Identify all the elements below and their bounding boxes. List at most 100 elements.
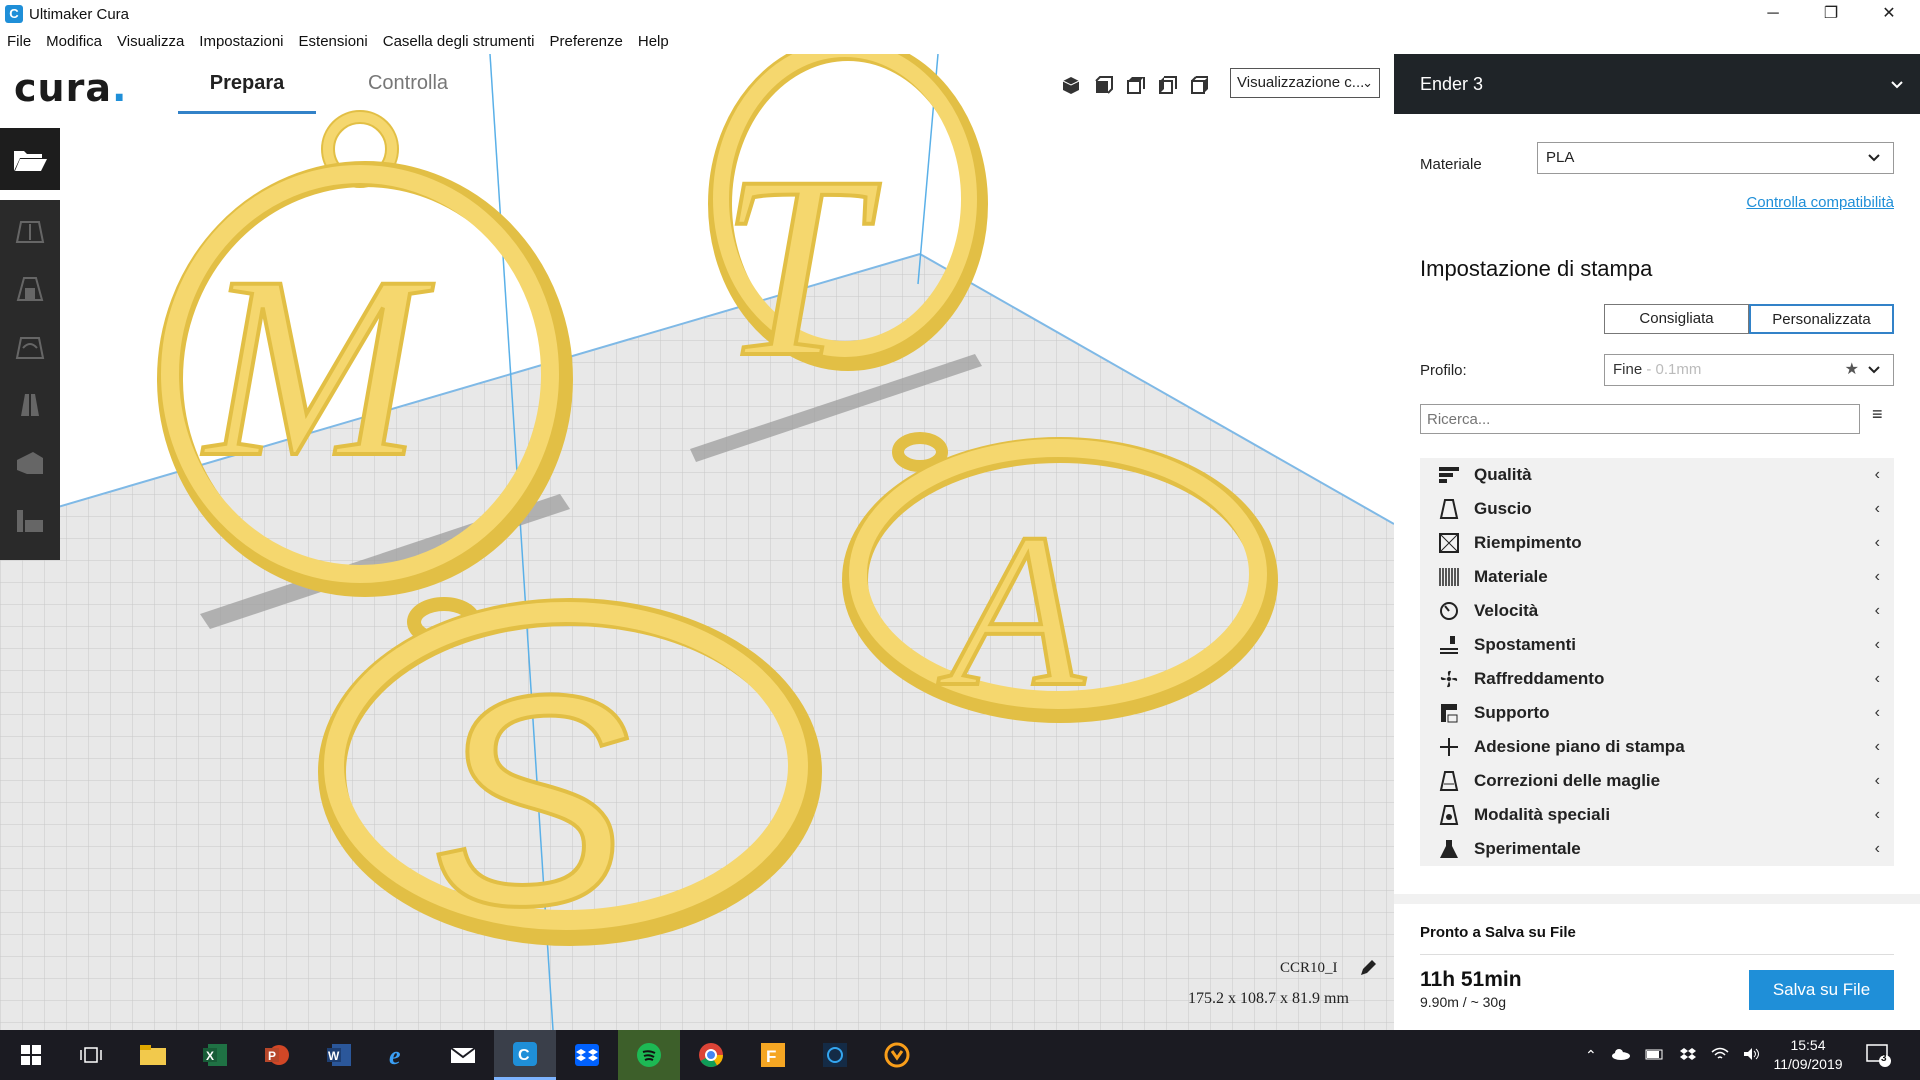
- profile-select[interactable]: Fine - 0.1mm ★: [1604, 354, 1894, 386]
- svg-text:P: P: [268, 1049, 276, 1063]
- settings-search-input[interactable]: [1420, 404, 1860, 434]
- volume-icon[interactable]: [1743, 1047, 1761, 1064]
- view-right-icon[interactable]: [1188, 74, 1210, 96]
- material-select[interactable]: PLA: [1537, 142, 1894, 174]
- menu-modifica[interactable]: Modifica: [46, 33, 102, 50]
- task-view-button[interactable]: [60, 1030, 122, 1080]
- mirror-icon[interactable]: [13, 388, 47, 422]
- 3d-viewport[interactable]: M T A S: [0, 54, 1394, 1030]
- view-type-select[interactable]: Visualizzazione c... ⌄: [1230, 68, 1380, 98]
- menu-impostazioni[interactable]: Impostazioni: [199, 33, 283, 50]
- maximize-button[interactable]: ❐: [1802, 0, 1860, 28]
- edit-pencil-icon[interactable]: [1358, 958, 1378, 983]
- print-time: 11h 51min: [1420, 968, 1522, 991]
- taskbar-excel[interactable]: X: [184, 1030, 246, 1080]
- view-3d-icon[interactable]: [1060, 74, 1082, 96]
- save-to-file-button[interactable]: Salva su File: [1749, 970, 1894, 1010]
- fusion-icon: F: [761, 1043, 785, 1067]
- taskbar-edge[interactable]: e: [370, 1030, 432, 1080]
- chevron-left-icon: ‹: [1874, 806, 1880, 823]
- clock-time: 15:54: [1790, 1037, 1826, 1053]
- notification-center-button[interactable]: 3: [1866, 1042, 1892, 1073]
- travel-icon: [1434, 634, 1464, 656]
- title-bar: C Ultimaker Cura ─ ❐ ✕: [0, 0, 1920, 28]
- svg-text:S: S: [430, 632, 630, 968]
- chevron-left-icon: ‹: [1874, 772, 1880, 789]
- battery-icon[interactable]: [1645, 1047, 1665, 1063]
- save-section: Pronto a Salva su File 11h 51min 9.90m /…: [1394, 904, 1920, 1030]
- close-button[interactable]: ✕: [1860, 0, 1918, 28]
- scale-icon[interactable]: [13, 272, 47, 306]
- chevron-up-icon[interactable]: ⌃: [1585, 1047, 1597, 1064]
- category-modalita-speciali[interactable]: Modalità speciali ‹: [1420, 798, 1894, 832]
- cura-icon: C: [513, 1041, 537, 1066]
- taskbar-overwatch[interactable]: [866, 1030, 928, 1080]
- taskbar-spotify[interactable]: [618, 1030, 680, 1080]
- category-materiale[interactable]: Materiale ‹: [1420, 560, 1894, 594]
- system-tray: ⌃: [1585, 1030, 1761, 1080]
- tab-controlla[interactable]: Controlla: [348, 72, 468, 114]
- taskbar-file-explorer[interactable]: [122, 1030, 184, 1080]
- view-left-icon[interactable]: [1156, 74, 1178, 96]
- taskbar-word[interactable]: W: [308, 1030, 370, 1080]
- notification-icon: [1866, 1044, 1891, 1067]
- move-icon[interactable]: [13, 214, 47, 248]
- camera-view-buttons: [1060, 74, 1210, 96]
- task-view-icon: [80, 1047, 102, 1063]
- clock-date: 11/09/2019: [1773, 1056, 1843, 1072]
- taskbar-mail[interactable]: [432, 1030, 494, 1080]
- menu-file[interactable]: File: [7, 33, 31, 50]
- taskbar-powerpoint[interactable]: P: [246, 1030, 308, 1080]
- per-model-settings-icon[interactable]: [13, 446, 47, 480]
- taskbar-clock[interactable]: 15:54 11/09/2019: [1768, 1036, 1848, 1074]
- taskbar-chrome[interactable]: [680, 1030, 742, 1080]
- experimental-icon: [1434, 838, 1464, 860]
- taskbar-dropbox[interactable]: [556, 1030, 618, 1080]
- view-top-icon[interactable]: [1124, 74, 1146, 96]
- category-supporto[interactable]: Supporto ‹: [1420, 696, 1894, 730]
- printer-selector[interactable]: Ender 3: [1394, 54, 1920, 114]
- settings-menu-icon[interactable]: ≡: [1872, 404, 1883, 425]
- menu-estensioni[interactable]: Estensioni: [299, 33, 368, 50]
- check-compatibility-link[interactable]: Controlla compatibilità: [1746, 194, 1894, 211]
- powerpoint-icon: P: [265, 1045, 289, 1065]
- category-velocita[interactable]: Velocità ‹: [1420, 594, 1894, 628]
- build-plate-scene[interactable]: M T A S: [0, 54, 1394, 1030]
- category-correzioni-maglie[interactable]: Correzioni delle maglie ‹: [1420, 764, 1894, 798]
- menu-help[interactable]: Help: [638, 33, 669, 50]
- support-blocker-icon[interactable]: [13, 504, 47, 538]
- onedrive-icon[interactable]: [1611, 1047, 1631, 1063]
- category-riempimento[interactable]: Riempimento ‹: [1420, 526, 1894, 560]
- chevron-left-icon: ‹: [1874, 466, 1880, 483]
- open-file-button[interactable]: [0, 128, 60, 190]
- view-front-icon[interactable]: [1092, 74, 1114, 96]
- category-adesione[interactable]: Adesione piano di stampa ‹: [1420, 730, 1894, 764]
- mode-recommended-button[interactable]: Consigliata: [1604, 304, 1749, 334]
- mode-custom-button[interactable]: Personalizzata: [1749, 304, 1894, 334]
- category-sperimentale[interactable]: Sperimentale ‹: [1420, 832, 1894, 866]
- rotate-icon[interactable]: [13, 330, 47, 364]
- mesh-fixes-icon: [1434, 770, 1464, 792]
- window-title: Ultimaker Cura: [29, 5, 130, 23]
- chevron-left-icon: ‹: [1874, 568, 1880, 585]
- menu-casella-strumenti[interactable]: Casella degli strumenti: [383, 33, 535, 50]
- category-raffreddamento[interactable]: Raffreddamento ‹: [1420, 662, 1894, 696]
- start-button[interactable]: [0, 1030, 62, 1080]
- minimize-button[interactable]: ─: [1744, 0, 1802, 28]
- taskbar-fusion[interactable]: F: [742, 1030, 804, 1080]
- tab-prepara[interactable]: Prepara: [178, 72, 316, 114]
- object-dimensions: 175.2 x 108.7 x 81.9 mm: [1188, 990, 1349, 1007]
- category-guscio[interactable]: Guscio ‹: [1420, 492, 1894, 526]
- taskbar-battlenet[interactable]: [804, 1030, 866, 1080]
- category-spostamenti[interactable]: Spostamenti ‹: [1420, 628, 1894, 662]
- wifi-icon[interactable]: [1711, 1047, 1729, 1064]
- svg-text:e: e: [389, 1042, 401, 1068]
- material-icon: [1434, 566, 1464, 588]
- dropbox-tray-icon[interactable]: [1679, 1047, 1697, 1064]
- taskbar-cura[interactable]: C: [494, 1030, 556, 1080]
- menu-preferenze[interactable]: Preferenze: [549, 33, 622, 50]
- cura-logo: cura.: [14, 66, 128, 110]
- menu-visualizza[interactable]: Visualizza: [117, 33, 184, 50]
- category-qualita[interactable]: Qualità ‹: [1420, 458, 1894, 492]
- chevron-down-icon: [1867, 143, 1881, 184]
